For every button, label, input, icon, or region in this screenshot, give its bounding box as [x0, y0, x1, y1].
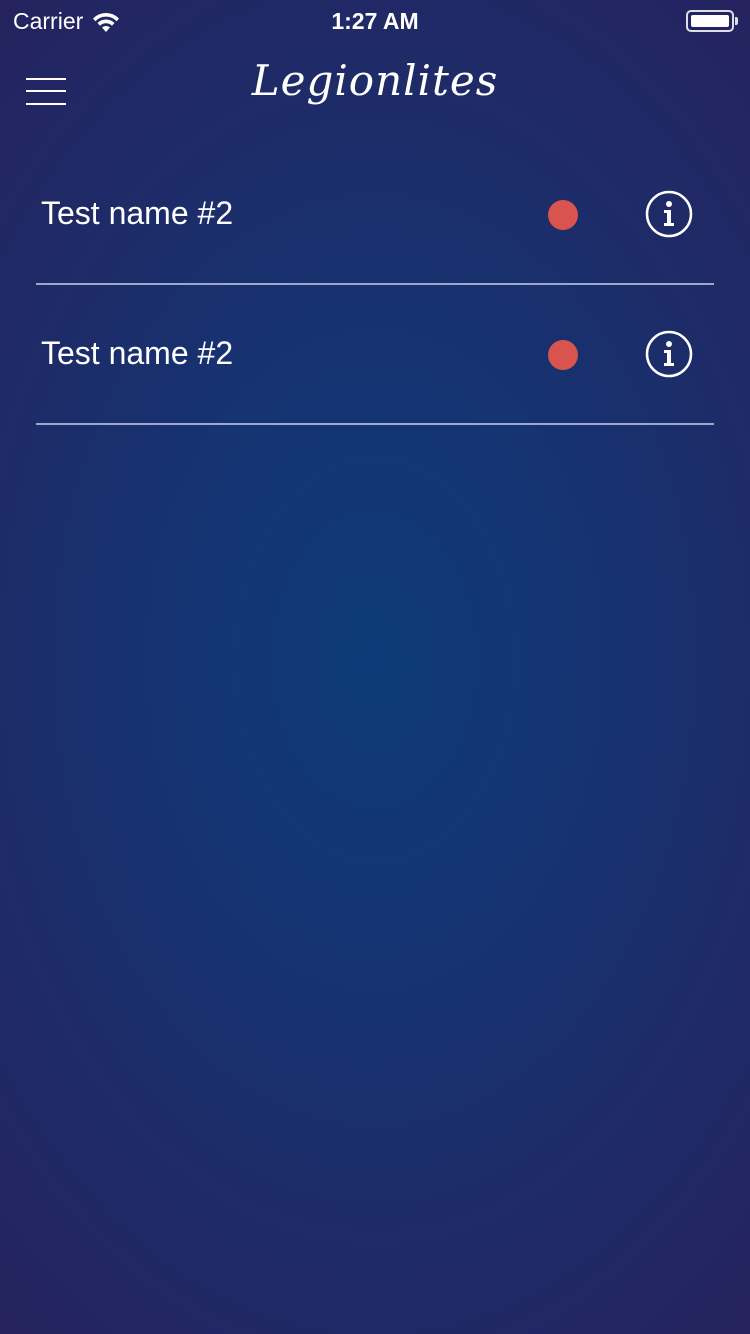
list-item[interactable]: Test name #2 [36, 145, 714, 285]
app-logo-title: Legionlites [251, 56, 499, 105]
status-dot [548, 200, 578, 230]
list-item[interactable]: Test name #2 [36, 285, 714, 425]
item-name: Test name #2 [41, 335, 234, 371]
battery-icon [686, 10, 738, 32]
status-dot [548, 340, 578, 370]
info-circle-icon[interactable] [645, 190, 693, 238]
nav-bar: Legionlites [0, 40, 750, 145]
info-circle-icon[interactable] [645, 330, 693, 378]
device-list: Test name #2 Test name #2 [36, 145, 714, 425]
item-name: Test name #2 [41, 195, 234, 231]
status-time: 1:27 AM [331, 8, 419, 34]
status-bar: Carrier 1:27 AM [0, 0, 750, 40]
